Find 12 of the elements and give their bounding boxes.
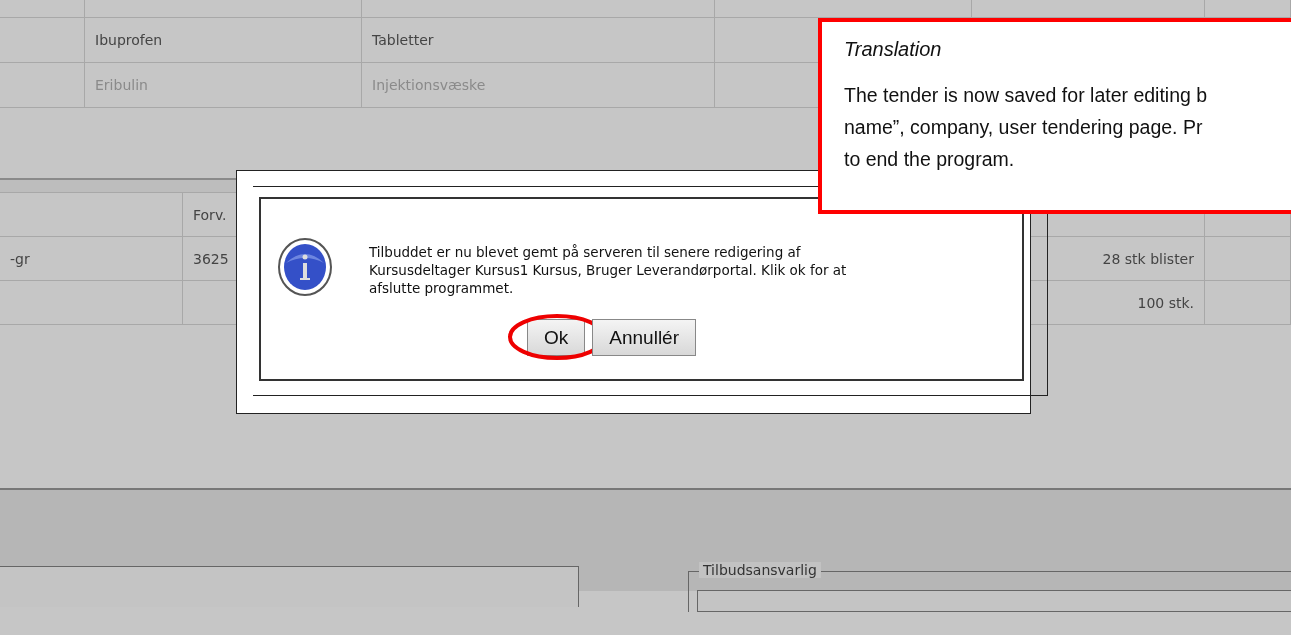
input-field[interactable] [697,590,1291,612]
table-cell: -gr [0,237,183,281]
dialog-button[interactable]: Ok [527,319,586,356]
note-text: The tender is now saved for later editing b name”, company, user tendering page. Pr to end the program. [844,83,1209,172]
table-cell: Injektionsvæske [362,63,715,108]
table-cell: Ibuprofen [85,18,362,63]
dialog-button[interactable]: Annullér [592,319,696,356]
table-cell: Tabletter [362,18,715,63]
table-cell: Eribulin [85,63,362,108]
note-title: Translation [844,38,943,61]
fieldset-legend: Tilbudsansvarlig [699,562,821,578]
info-icon [277,237,333,297]
